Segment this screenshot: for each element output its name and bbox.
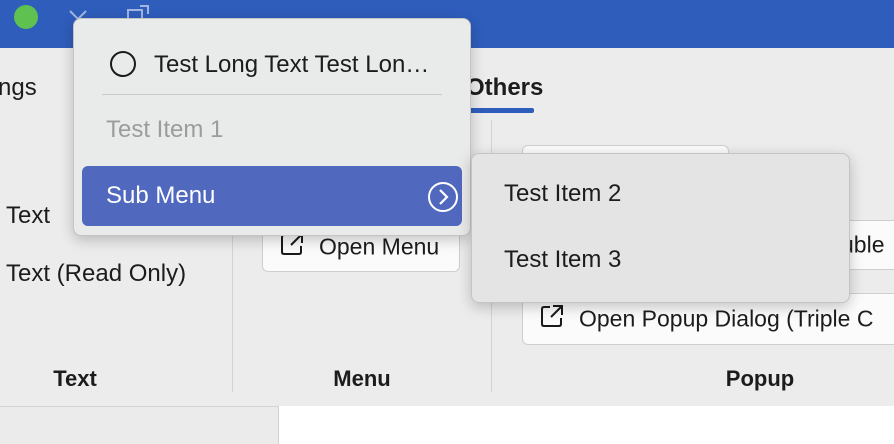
group-title-text: Text [53,366,97,391]
menu-item-test-1[interactable]: Test Item 1 [74,109,470,149]
menu-separator [102,94,442,95]
menu-item-long-text[interactable]: Test Long Text Test Lon… [74,39,470,89]
menu-item-label: Sub Menu [106,182,216,209]
menu-item-label: Test Long Text Test Lon… [154,51,430,78]
tab-settings[interactable]: ngs [0,74,37,102]
submenu: Test Item 2 Test Item 3 [471,153,850,303]
window-zoom-button[interactable] [14,5,38,29]
chevron-right-circle-icon [426,180,460,219]
menu-item-label: Test Item 1 [106,116,224,143]
open-popup-triple-label: Open Popup Dialog (Triple C [579,305,874,332]
submenu-item-label: Test Item 3 [504,246,622,273]
group-title-popup: Popup [725,366,795,391]
external-link-icon [539,303,565,335]
open-menu-label: Open Menu [319,233,440,260]
tab-others-indicator [466,108,534,113]
text-item-read-only[interactable]: Text (Read Only) [6,260,186,288]
text-item[interactable]: Text [6,202,50,230]
submenu-item-label: Test Item 2 [504,180,622,207]
group-title-menu: Menu [333,366,391,391]
tab-others[interactable]: Others [466,74,543,102]
document-area [278,406,894,444]
submenu-item-test-3[interactable]: Test Item 3 [472,242,849,282]
submenu-item-test-2[interactable]: Test Item 2 [472,176,849,216]
menu-item-sub-menu[interactable]: Sub Menu [82,166,462,226]
context-menu: Test Long Text Test Lon… Test Item 1 Sub… [73,18,471,236]
radio-circle-icon [110,51,136,77]
